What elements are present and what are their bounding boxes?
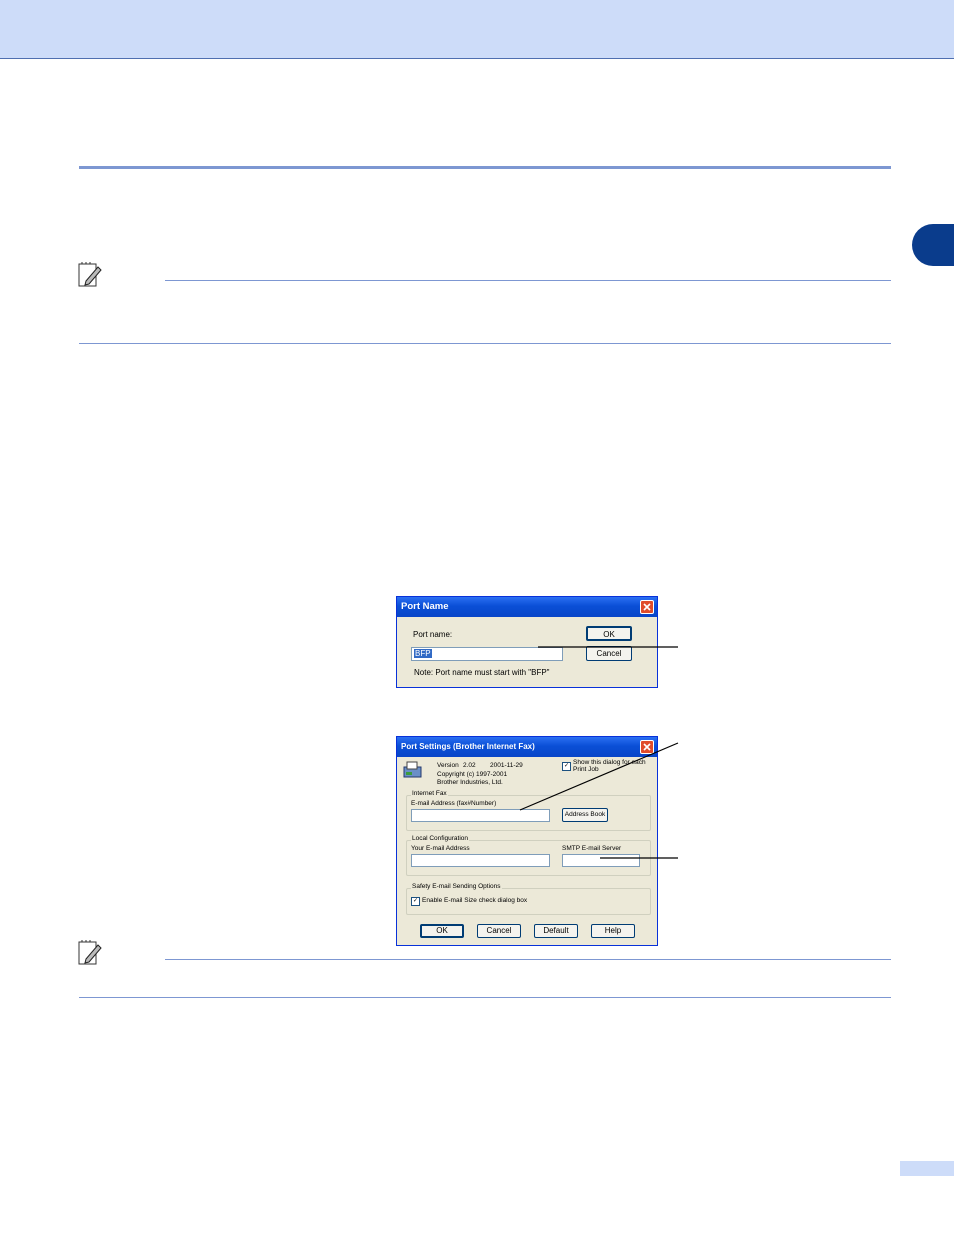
version-label: Version [437, 762, 459, 769]
note-top-rule [165, 280, 891, 281]
port-settings-dialog-title: Port Settings (Brother Internet Fax) [397, 737, 657, 757]
enable-size-check-label: Enable E-mail Size check dialog box [422, 897, 528, 904]
ok-button[interactable]: OK [420, 924, 464, 938]
default-button[interactable]: Default [534, 924, 578, 938]
note-top-rule [165, 959, 891, 960]
port-name-input[interactable]: BFP [411, 647, 563, 661]
page-number-tab [900, 1161, 954, 1176]
ok-button[interactable]: OK [586, 626, 632, 641]
port-name-note: Note: Port name must start with "BFP" [414, 668, 550, 677]
show-dialog-checkbox[interactable]: ✓ [562, 762, 571, 771]
smtp-server-label: SMTP E-mail Server [562, 845, 622, 852]
port-name-value: BFP [414, 649, 432, 658]
port-settings-dialog: Port Settings (Brother Internet Fax) Ver… [396, 736, 658, 946]
version-date: 2001-11-29 [490, 762, 523, 769]
show-dialog-label: Show this dialog for each Print Job [573, 759, 646, 773]
section-rule [79, 166, 891, 169]
copyright-text: Copyright (c) 1997-2001 [437, 771, 508, 778]
note-bottom-rule [79, 343, 891, 344]
help-button[interactable]: Help [591, 924, 635, 938]
note-bottom-rule [79, 997, 891, 998]
close-icon[interactable] [640, 600, 654, 614]
chapter-tab [912, 224, 954, 266]
your-email-input[interactable] [411, 854, 550, 867]
cancel-button[interactable]: Cancel [477, 924, 521, 938]
enable-size-check-checkbox[interactable]: ✓ [411, 897, 420, 906]
email-address-label: E-mail Address (fax#Number) [411, 800, 497, 807]
smtp-server-input[interactable] [562, 854, 640, 867]
note-pencil-icon [78, 940, 102, 965]
note-pencil-icon [78, 262, 102, 287]
company-text: Brother Industries, Ltd. [437, 779, 503, 786]
your-email-label: Your E-mail Address [411, 845, 470, 852]
version-value: 2.02 [463, 762, 476, 769]
local-configuration-group-title: Local Configuration [411, 835, 470, 842]
safety-options-group-title: Safety E-mail Sending Options [411, 883, 502, 890]
close-icon[interactable] [640, 740, 654, 754]
cancel-button[interactable]: Cancel [586, 646, 632, 661]
internet-fax-group-title: Internet Fax [411, 790, 448, 797]
address-book-button[interactable]: Address Book [562, 808, 608, 822]
fax-machine-icon [403, 761, 422, 778]
port-name-dialog-title: Port Name [397, 597, 657, 617]
email-address-input[interactable] [411, 809, 550, 822]
header-band [0, 0, 954, 59]
port-name-dialog: Port Name Port name: BFP Note: Port name… [396, 596, 658, 688]
port-name-label: Port name: [413, 630, 453, 639]
